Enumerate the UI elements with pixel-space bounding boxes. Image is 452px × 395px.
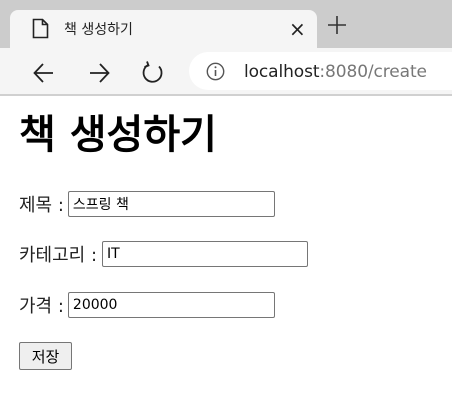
arrow-left-icon[interactable]	[31, 60, 57, 86]
plus-icon[interactable]	[326, 14, 348, 36]
browser-tab[interactable]: 책 생성하기 ×	[10, 10, 317, 48]
tab-strip: 책 생성하기 ×	[0, 0, 452, 48]
page-content: 책 생성하기 제목 : 카테고리 : 가격 : 저장	[0, 98, 452, 395]
title-input[interactable]	[67, 191, 275, 217]
save-button[interactable]: 저장	[19, 342, 72, 370]
url-path: :8080/create	[319, 62, 427, 82]
category-input[interactable]	[102, 241, 309, 267]
browser-toolbar: localhost:8080/create	[0, 48, 452, 96]
url-text: localhost:8080/create	[244, 62, 427, 82]
category-row: 카테고리 :	[19, 240, 309, 268]
tab-title: 책 생성하기	[64, 22, 133, 38]
page-title: 책 생성하기	[19, 112, 217, 158]
title-label: 제목 :	[19, 195, 64, 216]
price-row: 가격 :	[19, 291, 275, 319]
url-host: localhost	[244, 62, 320, 82]
reload-icon[interactable]	[140, 60, 166, 86]
address-bar[interactable]: localhost:8080/create	[189, 52, 452, 90]
price-label: 가격 :	[19, 296, 64, 317]
title-row: 제목 :	[19, 190, 275, 218]
arrow-right-icon[interactable]	[86, 60, 112, 86]
category-label: 카테고리 :	[19, 245, 98, 266]
info-icon[interactable]	[206, 62, 225, 81]
close-tab-icon[interactable]: ×	[289, 18, 306, 40]
page-icon	[32, 18, 49, 39]
price-input[interactable]	[67, 292, 275, 318]
